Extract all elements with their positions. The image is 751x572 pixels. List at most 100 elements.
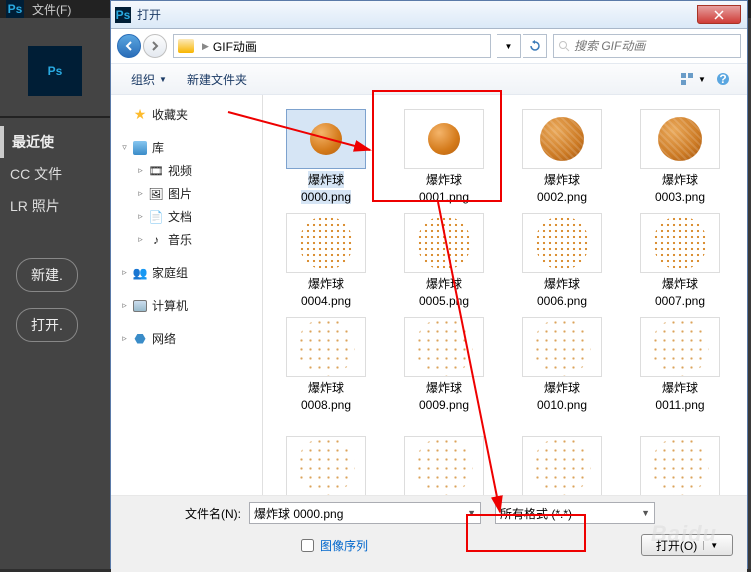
file-grid[interactable]: 爆炸球0000.png爆炸球0001.png爆炸球0002.png爆炸球0003… [263,95,747,495]
new-button[interactable]: 新建. [16,258,78,292]
file-item[interactable]: 爆炸球 0005.png [385,207,503,311]
file-item[interactable]: 爆炸球 0003.png [621,103,739,207]
back-icon[interactable] [117,34,141,58]
file-item[interactable]: 爆炸球0001.png [385,103,503,207]
image-sequence-option[interactable]: 图像序列 [301,537,368,554]
file-name: 爆炸球 [662,275,698,292]
file-thumbnail [404,317,484,377]
ball-icon [415,318,473,376]
file-thumbnail [640,317,720,377]
file-item[interactable]: 爆炸球0009.png [385,311,503,415]
file-ext: 0001.png [419,190,469,204]
svg-text:?: ? [719,72,726,86]
expand-icon[interactable]: ▹ [135,165,146,176]
file-ext: 0008.png [301,398,351,412]
expand-icon[interactable]: ▹ [135,188,146,199]
view-icon[interactable]: ▼ [679,68,707,90]
file-item[interactable]: 爆炸球0011.png [621,311,739,415]
file-item[interactable]: 爆炸球0006.png [503,207,621,311]
dialog-titlebar[interactable]: Ps 打开 [111,1,747,29]
folder-icon [178,39,194,53]
tree-homegroup[interactable]: ▹👥家庭组 [117,261,256,284]
file-name: 爆炸球 [662,171,698,188]
tree-pictures[interactable]: ▹🖼图片 [117,182,256,205]
file-item[interactable]: 爆炸球0000.png [267,103,385,207]
file-item[interactable] [385,415,503,495]
file-thumbnail [404,436,484,495]
open-button[interactable]: 打开. [16,308,78,342]
file-thumbnail [404,109,484,169]
file-item[interactable] [267,415,385,495]
ball-icon [533,318,591,376]
file-thumbnail [522,213,602,273]
file-item[interactable]: 爆炸球 0007.png [621,207,739,311]
tree-video[interactable]: ▹🎞视频 [117,159,256,182]
filename-combo[interactable]: 爆炸球 0000.png▼ [249,502,481,524]
help-icon[interactable]: ? [709,68,737,90]
collapse-icon[interactable]: ▿ [119,142,130,153]
side-cc-files[interactable]: CC 文件 [0,158,110,190]
file-item[interactable] [621,415,739,495]
ball-icon [653,216,707,270]
address-dropdown-icon[interactable]: ▼ [497,34,521,58]
refresh-icon[interactable] [523,34,547,58]
file-name: 爆炸球 [544,171,580,188]
file-name: 爆炸球 [308,275,344,292]
ball-icon [658,117,702,161]
dialog-content: ★收藏夹 ▿库 ▹🎞视频 ▹🖼图片 ▹📄文档 ▹♪音乐 ▹👥家庭组 ▹计算机 ▹… [111,95,747,495]
tree-documents[interactable]: ▹📄文档 [117,205,256,228]
search-box[interactable] [553,34,741,58]
expand-icon[interactable]: ▹ [119,333,130,344]
file-name: 爆炸球 [308,379,344,396]
file-thumbnail [404,213,484,273]
document-icon: 📄 [148,209,164,225]
file-name: 爆炸球 [426,275,462,292]
tree-favorites[interactable]: ★收藏夹 [117,103,256,126]
tree-libraries[interactable]: ▿库 [117,136,256,159]
close-icon[interactable] [697,5,741,24]
file-item[interactable]: 爆炸球 0008.png [267,311,385,415]
breadcrumb[interactable]: GIF动画 [213,38,257,55]
file-name: 爆炸球 [662,379,698,396]
new-folder-button[interactable]: 新建文件夹 [177,67,257,92]
ball-icon [417,216,471,270]
tree-network[interactable]: ▹⬣网络 [117,327,256,350]
filetype-combo[interactable]: 所有格式 (*.*)▼ [495,502,655,524]
file-item[interactable]: 爆炸球0002.png [503,103,621,207]
file-thumbnail [522,109,602,169]
file-item[interactable]: 爆炸球0010.png [503,311,621,415]
chevron-right-icon: ▶ [202,41,209,52]
side-lr-photos[interactable]: LR 照片 [0,190,110,222]
file-name: 爆炸球 [544,379,580,396]
ball-icon [310,123,342,155]
file-item[interactable]: 爆炸球0004.png [267,207,385,311]
forward-icon[interactable] [143,34,167,58]
dialog-app-icon: Ps [115,7,131,23]
expand-icon[interactable]: ▹ [119,300,130,311]
expand-icon[interactable]: ▹ [135,234,146,245]
ps-app-icon: Ps [6,0,24,18]
ball-icon [297,437,355,495]
file-ext: 0003.png [655,190,705,204]
address-bar[interactable]: ▶ GIF动画 [173,34,491,58]
expand-icon[interactable]: ▹ [135,211,146,222]
file-item[interactable] [503,415,621,495]
chevron-down-icon: ▼ [159,75,167,84]
menu-file[interactable]: 文件(F) [32,1,71,18]
expand-icon[interactable]: ▹ [119,267,130,278]
search-input[interactable] [574,39,736,53]
file-ext: 0007.png [655,294,705,308]
file-thumbnail [640,436,720,495]
filename-label: 文件名(N): [171,505,241,522]
organize-button[interactable]: 组织▼ [121,67,177,92]
ball-icon [651,318,709,376]
file-ext: 0005.png [419,294,469,308]
image-sequence-checkbox[interactable] [301,539,314,552]
file-name: 爆炸球 [426,379,462,396]
file-thumbnail [286,109,366,169]
tree-computer[interactable]: ▹计算机 [117,294,256,317]
chevron-down-icon: ▼ [467,508,476,518]
tree-music[interactable]: ▹♪音乐 [117,228,256,251]
watermark: Baidu [651,521,717,547]
image-sequence-label: 图像序列 [320,537,368,554]
